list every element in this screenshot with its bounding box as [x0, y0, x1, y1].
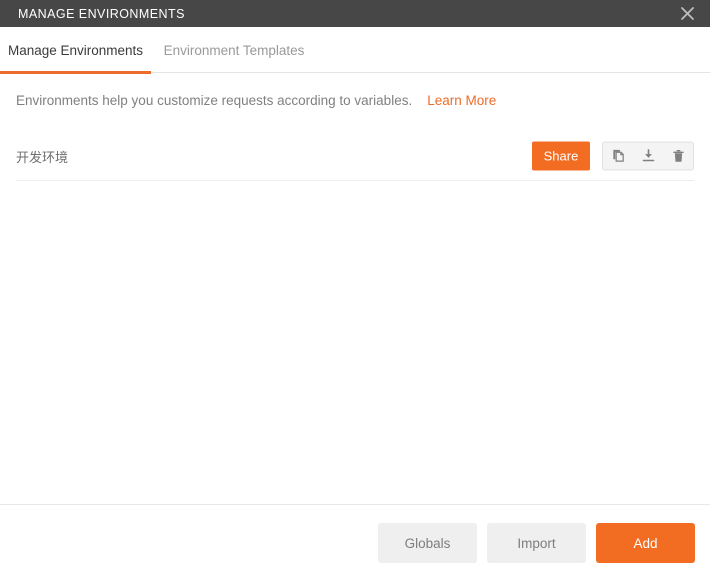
download-icon[interactable] [633, 143, 663, 170]
learn-more-link[interactable]: Learn More [427, 93, 496, 108]
environment-name[interactable]: 开发环境 [16, 147, 68, 166]
tab-manage-environments[interactable]: Manage Environments [0, 27, 151, 74]
trash-icon[interactable] [663, 143, 693, 170]
close-icon[interactable] [670, 0, 704, 27]
environment-row-actions: Share [532, 141, 694, 171]
duplicate-icon[interactable] [603, 143, 633, 170]
dialog-title: MANAGE ENVIRONMENTS [18, 6, 185, 21]
environment-row: 开发环境 Share [16, 132, 694, 181]
add-button[interactable]: Add [596, 523, 695, 563]
environment-icon-group [602, 141, 694, 171]
tab-manage-environments-label: Manage Environments [7, 42, 144, 58]
import-button[interactable]: Import [487, 523, 586, 563]
description-row: Environments help you customize requests… [0, 90, 710, 110]
globals-button[interactable]: Globals [378, 523, 477, 563]
dialog-titlebar: MANAGE ENVIRONMENTS [0, 0, 710, 27]
dialog-footer: Globals Import Add [0, 504, 710, 583]
tab-bar: Manage Environments Environment Template… [0, 27, 710, 74]
footer-button-group: Globals Import Add [378, 523, 695, 563]
environment-list: 开发环境 Share [0, 132, 710, 181]
share-button[interactable]: Share [532, 141, 590, 171]
description-text: Environments help you customize requests… [16, 92, 413, 108]
tab-environment-templates[interactable]: Environment Templates [151, 27, 317, 73]
tab-environment-templates-label: Environment Templates [163, 42, 305, 58]
